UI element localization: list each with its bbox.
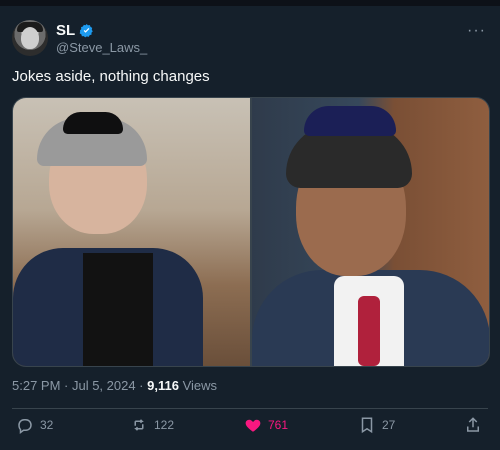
person-right: [252, 98, 489, 366]
post-time[interactable]: 5:27 PM · Jul 5, 2024 ·: [12, 378, 144, 393]
post-media[interactable]: [12, 97, 490, 367]
reply-count: 32: [40, 418, 54, 432]
post-text: Jokes aside, nothing changes: [12, 68, 210, 85]
repost-button[interactable]: 122: [130, 416, 174, 434]
post-header: SL @Steve_Laws_ ···: [12, 20, 488, 60]
reply-icon: [18, 419, 32, 434]
photo-right[interactable]: [252, 98, 489, 366]
like-count: 761: [268, 418, 289, 432]
author-row: SL: [56, 22, 94, 39]
tie-right: [358, 296, 380, 366]
bookmark-count: 27: [382, 418, 396, 432]
person-left: [13, 98, 250, 366]
kippah-left: [63, 112, 123, 134]
share-button[interactable]: [464, 416, 482, 434]
author-handle[interactable]: @Steve_Laws_: [56, 40, 147, 55]
divider: [12, 408, 488, 409]
avatar[interactable]: [12, 20, 48, 56]
views-count: 9,116: [147, 378, 179, 393]
reply-button[interactable]: 32: [16, 416, 53, 434]
views-label: Views: [182, 378, 218, 393]
bookmark-button[interactable]: 27: [358, 416, 395, 434]
avatar-face: [21, 27, 39, 49]
more-options-icon[interactable]: ···: [467, 22, 486, 40]
like-button[interactable]: 761: [244, 416, 288, 434]
top-strip: [0, 0, 500, 6]
post-meta: 5:27 PM · Jul 5, 2024 · 9,116 Views: [12, 378, 217, 393]
share-icon: [467, 417, 479, 432]
kippah-right: [304, 106, 396, 136]
bookmark-icon: [361, 417, 373, 434]
repost-count: 122: [154, 418, 175, 432]
repost-icon: [134, 419, 144, 431]
photo-left[interactable]: [13, 98, 250, 366]
action-bar: 32 122 761 27: [12, 416, 488, 440]
author-name[interactable]: SL: [56, 22, 75, 39]
heart-icon: [245, 419, 261, 432]
verified-badge-icon: [79, 23, 93, 38]
shirt-left: [83, 253, 153, 366]
